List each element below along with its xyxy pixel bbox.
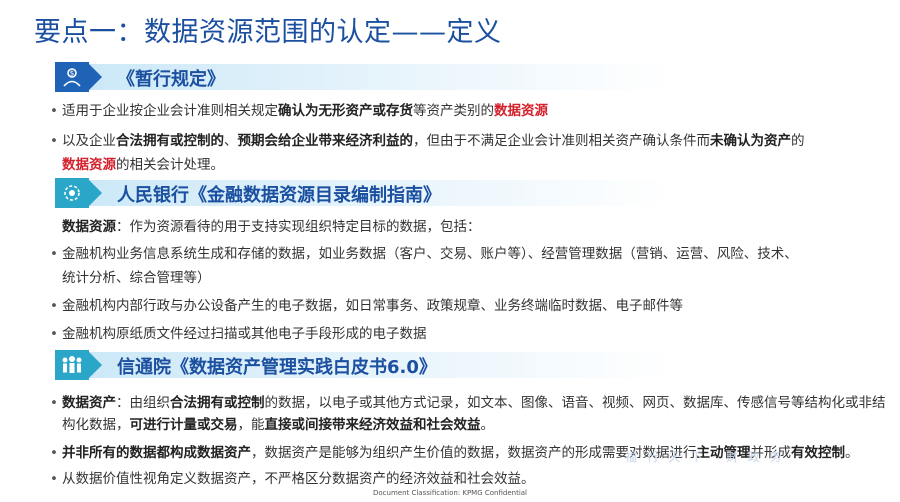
dollar-person-icon: $ (55, 62, 89, 92)
svg-text:$: $ (70, 70, 74, 78)
list-item: 以及企业合法拥有或控制的、预期会给企业带来经济利益的，但由于不满足企业会计准则相… (50, 132, 804, 150)
section-banner-caict-whitepaper: 信通院《数据资产管理实践白皮书6.0》 (55, 350, 875, 380)
section-heading: 信通院《数据资产管理实践白皮书6.0》 (117, 357, 437, 378)
banner-chevron (89, 180, 102, 206)
list-item-continuation: 构化数据，可进行计量或交易，能直接或间接带来经济效益和社会效益。 (62, 417, 494, 433)
section-heading: 人民银行《金融数据资源目录编制指南》 (117, 185, 441, 206)
section-banner-interim-rules: $ 《暂行规定》 (55, 62, 875, 92)
list-item-continuation: 数据资源的相关会计处理。 (62, 157, 224, 173)
definition-intro: 数据资源：作为资源看待的用于支持实现组织特定目标的数据，包括： (62, 219, 481, 235)
list-item: 金融机构原纸质文件经过扫描或其他电子手段形成的电子数据 (50, 325, 426, 343)
banner-chevron (89, 64, 102, 90)
list-item: 金融机构内部行政与办公设备产生的电子数据，如日常事务、政策规章、业务终端临时数据… (50, 297, 683, 315)
list-item: 从数据价值性视角定义数据资产，不严格区分数据资产的经济效益和社会效益。 (50, 470, 534, 488)
section-heading: 《暂行规定》 (117, 69, 225, 90)
people-group-icon (55, 350, 89, 380)
banner-chevron (89, 352, 102, 378)
list-item-continuation: 统计分析、综合管理等） (62, 270, 211, 286)
watermark: 福 行 天 下 · 财 政 务 (625, 450, 785, 464)
list-item: 适用于企业按企业会计准则相关规定确认为无形资产或存货等资产类别的数据资源 (50, 102, 548, 120)
list-item: 数据资产：由组织合法拥有或控制的数据，以电子或其他方式记录，如文本、图像、语音、… (50, 394, 885, 412)
page-title: 要点一：数据资源范围的认定——定义 (34, 17, 502, 48)
section-banner-pboc-guide: 人民银行《金融数据资源目录编制指南》 (55, 178, 875, 208)
bank-gear-icon (55, 178, 89, 208)
document-classification: Document Classification: KPMG Confidenti… (372, 489, 528, 497)
list-item: 金融机构业务信息系统生成和存储的数据，如业务数据（客户、交易、账户等）、经营管理… (50, 245, 798, 263)
